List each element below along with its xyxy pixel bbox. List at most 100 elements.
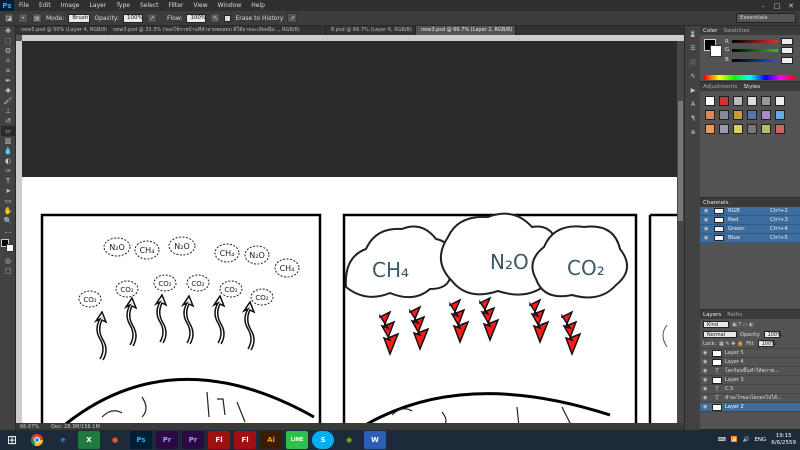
eye-icon[interactable]: ◉ [704, 235, 710, 241]
info-icon[interactable]: ⓘ [686, 56, 700, 68]
eye-icon[interactable]: ◉ [703, 350, 709, 356]
eye-icon[interactable]: ◉ [704, 217, 710, 223]
blend-mode-select[interactable]: Normal [703, 331, 737, 338]
premiere-icon[interactable]: Pr [156, 431, 178, 449]
eraser-tool-preset-icon[interactable]: ◪ [4, 13, 14, 23]
layer-opacity-field[interactable]: 100% [763, 331, 782, 338]
filter-icons[interactable]: ▣ T ▭ ◐ [732, 322, 754, 328]
foreground-background-colors[interactable] [1, 239, 15, 253]
nvidia-icon[interactable]: ◉ [338, 431, 360, 449]
pressure-size-icon[interactable]: ↗ [287, 13, 298, 23]
gradient-tool-icon[interactable]: ▥ [1, 136, 15, 146]
minimize-button[interactable]: – [756, 0, 770, 11]
layer-row[interactable]: ◉ T C.5 [700, 385, 800, 394]
illustrator-icon[interactable]: Ai [260, 431, 282, 449]
tab-adjustments[interactable]: Adjustments [703, 84, 737, 90]
brush-size-icon[interactable]: • [18, 13, 28, 23]
style-swatch[interactable] [775, 110, 785, 120]
canvas-area[interactable]: N₂O CH₄ N₂O CH₄ N₂O CH₄ CO₂ CO₂ CO₂ CO₂ … [22, 41, 677, 423]
document-canvas[interactable]: N₂O CH₄ N₂O CH₄ N₂O CH₄ CO₂ CO₂ CO₂ CO₂ … [22, 177, 677, 423]
layer-row[interactable]: ◉ Layer 5 [700, 349, 800, 358]
style-swatch[interactable] [705, 124, 715, 134]
menu-filter[interactable]: Filter [164, 0, 189, 11]
layer-kind-filter[interactable]: Kind [703, 321, 729, 328]
style-swatch[interactable] [775, 124, 785, 134]
layer-row[interactable]: ◉ T โลกร้อนขึ้นทำให้สภาพ... [700, 367, 800, 376]
eye-icon[interactable]: ◉ [703, 404, 709, 410]
opacity-field[interactable]: 100% [123, 13, 144, 23]
style-swatch[interactable] [705, 110, 715, 120]
word-icon[interactable]: W [364, 431, 386, 449]
style-swatch[interactable] [733, 96, 743, 106]
layer-fill-field[interactable]: 100% [757, 340, 776, 347]
more-tools-icon[interactable]: … [1, 226, 15, 236]
erase-history-checkbox[interactable] [224, 14, 232, 22]
menu-view[interactable]: View [188, 0, 212, 11]
style-swatch[interactable] [719, 96, 729, 106]
tab-paths[interactable]: Paths [727, 312, 742, 318]
style-swatch[interactable] [747, 124, 757, 134]
chrome-icon[interactable] [26, 431, 48, 449]
tab-new3-67[interactable]: new3.psd @ 66.7% (Layer 2, RGB/8) [416, 26, 516, 35]
paint-icon[interactable]: ● [104, 431, 126, 449]
tab-styles[interactable]: Styles [743, 84, 760, 90]
hand-tool-icon[interactable]: ✋ [1, 206, 15, 216]
background-color-swatch[interactable] [6, 244, 14, 252]
shape-tool-icon[interactable]: ▭ [1, 196, 15, 206]
style-swatch[interactable] [719, 124, 729, 134]
tab-layers[interactable]: Layers [703, 312, 721, 318]
style-swatch[interactable] [733, 110, 743, 120]
zoom-level[interactable]: 66.67% [20, 424, 39, 430]
channel-row-blue[interactable]: ◉ Blue Ctrl+5 [700, 234, 800, 243]
brush-tool-icon[interactable]: 🖌 [1, 96, 15, 106]
healing-tool-icon[interactable]: ✚ [1, 86, 15, 96]
menu-edit[interactable]: Edit [34, 0, 56, 11]
mode-select[interactable]: Brush [68, 13, 91, 23]
layer-row[interactable]: ◉ T ทำอะไรของโลกอกไปได้... [700, 394, 800, 403]
premiere-icon-2[interactable]: Pr [182, 431, 204, 449]
screen-mode-icon[interactable]: ▢ [1, 266, 15, 276]
eye-icon[interactable]: ◉ [703, 368, 709, 374]
menu-select[interactable]: Select [135, 0, 164, 11]
workspace-select[interactable]: Essentials [736, 13, 796, 23]
tab-new5[interactable]: new5.psd @ 50% (Layer 4, RGB/8) [16, 26, 108, 35]
excel-icon[interactable]: X [78, 431, 100, 449]
pen-tool-icon[interactable]: ✑ [1, 166, 15, 176]
menu-window[interactable]: Window [213, 0, 247, 11]
stamp-tool-icon[interactable]: ⊥ [1, 106, 15, 116]
brush-panel-icon[interactable]: ▤ [32, 13, 42, 23]
style-swatch[interactable] [761, 110, 771, 120]
brush-presets-icon[interactable]: ✎ [686, 70, 700, 82]
history-brush-tool-icon[interactable]: ↺ [1, 116, 15, 126]
path-select-tool-icon[interactable]: ➤ [1, 186, 15, 196]
layer-row[interactable]: ◉ Layer 3 [700, 376, 800, 385]
tab-8[interactable]: 8.psd @ 66.7% (Layer 6, RGB/8) [326, 26, 416, 35]
menu-layer[interactable]: Layer [84, 0, 111, 11]
keyboard-icon[interactable]: ⌨ [718, 437, 726, 443]
menu-type[interactable]: Type [111, 0, 135, 11]
menu-help[interactable]: Help [246, 0, 270, 11]
airbrush-icon[interactable]: ✎ [210, 13, 221, 23]
skype-icon[interactable]: S [312, 431, 334, 449]
layer-row[interactable]: ◉ Layer 4 [700, 358, 800, 367]
volume-icon[interactable]: 🔊 [743, 437, 750, 443]
lock-icons[interactable]: ▦ ✎ ✥ 🔒 [719, 341, 743, 347]
crop-tool-icon[interactable]: ⌗ [1, 66, 15, 76]
flow-field[interactable]: 100% [186, 13, 207, 23]
history-icon[interactable]: ⌛ [686, 28, 700, 40]
ie-icon[interactable]: e [52, 431, 74, 449]
background-color-preview[interactable] [710, 45, 722, 57]
eye-icon[interactable]: ◉ [703, 359, 709, 365]
actions-icon[interactable]: ▶ [686, 84, 700, 96]
zoom-tool-icon[interactable]: 🔍 [1, 216, 15, 226]
eye-icon[interactable]: ◉ [703, 386, 709, 392]
properties-icon[interactable]: ☰ [686, 42, 700, 54]
style-swatch[interactable] [747, 110, 757, 120]
network-icon[interactable]: 📶 [731, 437, 738, 443]
eye-icon[interactable]: ◉ [703, 395, 709, 401]
channel-row-green[interactable]: ◉ Green Ctrl+4 [700, 225, 800, 234]
channel-row-rgb[interactable]: ◉ RGB Ctrl+2 [700, 207, 800, 216]
canvas-vertical-scrollbar[interactable] [677, 41, 684, 423]
style-swatch[interactable] [775, 96, 785, 106]
move-tool-icon[interactable]: ✥ [1, 26, 15, 36]
